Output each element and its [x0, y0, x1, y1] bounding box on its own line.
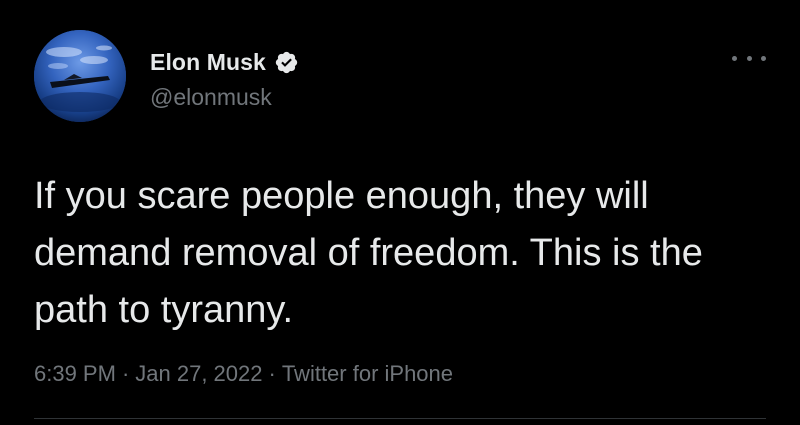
verified-badge-icon	[275, 51, 298, 73]
tweet-source[interactable]: Twitter for iPhone	[282, 361, 453, 387]
tweet-time[interactable]: 6:39 PM	[34, 361, 116, 387]
meta-separator: ·	[268, 361, 276, 386]
tweet-card: Elon Musk @elonmusk If you scare people …	[0, 0, 800, 425]
tweet-meta: 6:39 PM · Jan 27, 2022 · Twitter for iPh…	[34, 358, 453, 390]
author-display-name[interactable]: Elon Musk	[150, 49, 266, 76]
tweet-text: If you scare people enough, they will de…	[34, 175, 703, 331]
meta-separator: ·	[121, 361, 130, 386]
tweet-date[interactable]: Jan 27, 2022	[135, 361, 262, 387]
author-name-row: Elon Musk	[150, 46, 299, 78]
author-handle[interactable]: @elonmusk	[150, 84, 272, 111]
more-dot-icon	[732, 55, 737, 61]
more-dot-icon	[761, 55, 766, 61]
more-options-button[interactable]	[732, 49, 766, 67]
avatar-space-icon	[34, 30, 126, 122]
avatar[interactable]	[34, 30, 126, 122]
divider	[34, 418, 766, 419]
more-dot-icon	[746, 55, 752, 61]
